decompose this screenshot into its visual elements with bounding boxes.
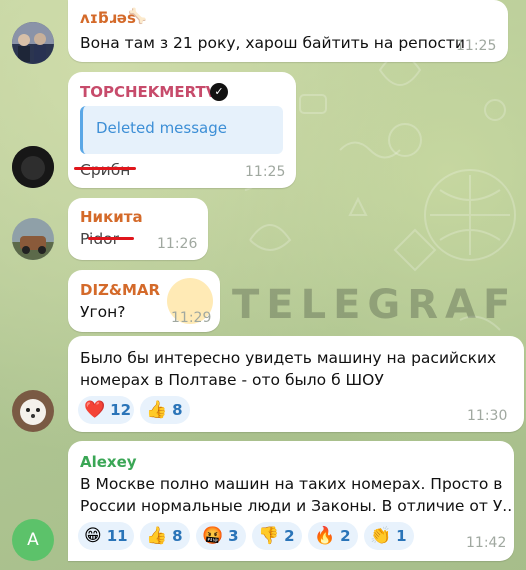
thumbs-down-icon: 👎 (258, 526, 280, 546)
reaction-thumbs-up[interactable]: 👍 8 (140, 522, 190, 550)
message-time: 11:26 (157, 236, 198, 252)
message-author[interactable]: Никита (80, 208, 143, 226)
reaction-thumbs-up[interactable]: 👍 8 (140, 396, 190, 424)
reaction-count: 3 (228, 527, 239, 545)
message-text-line2: номерах в Полтаве - ото было б ШОУ (80, 371, 384, 389)
reaction-count: 2 (284, 527, 295, 545)
grinning-face-icon: 😁 (84, 526, 102, 546)
reaction-count: 2 (340, 527, 351, 545)
message-text: Угон? (80, 303, 126, 321)
message-author[interactable]: Alexey (80, 453, 137, 471)
reaction-count: 12 (110, 401, 132, 419)
reply-quote[interactable]: Deleted message (80, 106, 283, 154)
message-time: 11:30 (467, 408, 508, 424)
avatar[interactable]: A (12, 519, 54, 561)
avatar[interactable] (12, 146, 54, 188)
thumbs-up-icon: 👍 (146, 526, 168, 546)
reaction-thumbs-down[interactable]: 👎 2 (252, 522, 302, 550)
message-author[interactable]: DIZ&MAR (80, 281, 160, 299)
reaction-count: 8 (172, 401, 183, 419)
message-text: Срибн (80, 161, 131, 179)
avatar-photo (12, 218, 54, 260)
avatar-photo (12, 146, 54, 188)
censor-strike (74, 167, 136, 170)
message-text: Вона там з 21 року, харош байтить на реп… (80, 34, 465, 52)
bone-icon: 🦴 (128, 7, 147, 25)
reaction-face-with-symbols[interactable]: 🤬 3 (196, 522, 246, 550)
face-with-symbols-icon: 🤬 (202, 526, 224, 546)
censor-strike (88, 237, 134, 240)
message-author[interactable]: TOPCHEKMERTV (80, 83, 217, 101)
verified-badge-icon: ✓ (210, 83, 228, 101)
reaction-count: 1 (396, 527, 407, 545)
reaction-clapping-hands[interactable]: 👏 1 (364, 522, 414, 550)
reaction-count: 8 (172, 527, 183, 545)
avatar-initial: A (27, 530, 39, 550)
reaction-red-heart[interactable]: ❤️ 12 (78, 396, 134, 424)
message-time: 11:25 (456, 38, 497, 54)
thumbs-up-icon: 👍 (146, 400, 168, 420)
message-text-line1: Было бы интересно увидеть машину на раси… (80, 349, 497, 367)
fire-icon: 🔥 (314, 526, 336, 546)
avatar[interactable] (12, 218, 54, 260)
message-time: 11:29 (171, 310, 212, 326)
reaction-count: 11 (106, 527, 128, 545)
clapping-hands-icon: 👏 (370, 526, 392, 546)
reaction-grinning-face[interactable]: 😁 11 (78, 522, 134, 550)
telegraf-watermark: TELEGRAF (232, 282, 518, 328)
red-heart-icon: ❤️ (84, 400, 106, 420)
reaction-fire[interactable]: 🔥 2 (308, 522, 358, 550)
avatar[interactable] (12, 22, 54, 64)
message-text-line1: В Москве полно машин на таких номерах. П… (80, 475, 503, 493)
avatar[interactable] (12, 390, 54, 432)
quote-text: Deleted message (96, 119, 227, 137)
message-time: 11:25 (245, 164, 286, 180)
message-time: 11:42 (466, 535, 507, 551)
message-text-line2: России нормальные люди и Законы. В отлич… (80, 497, 513, 515)
avatar-photo (12, 390, 54, 432)
avatar-photo (12, 22, 54, 64)
